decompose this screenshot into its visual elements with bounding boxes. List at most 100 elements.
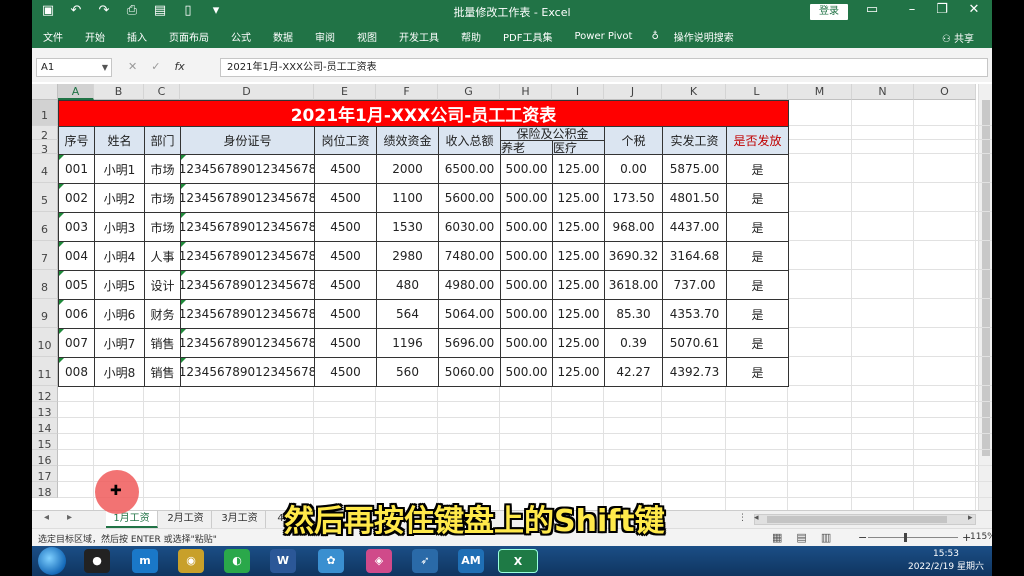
sheet-tab-2[interactable]: 2月工资 — [160, 511, 212, 528]
wechat-icon[interactable]: ◐ — [224, 549, 250, 573]
table-cell[interactable]: 小明1 — [94, 154, 145, 184]
minimize-icon[interactable]: – — [902, 2, 922, 17]
table-cell[interactable]: 123456789012345678 — [180, 212, 315, 242]
prev-sheet-icon[interactable]: ◂ — [44, 512, 49, 523]
table-cell[interactable]: 500.00 — [500, 241, 553, 271]
table-cell[interactable]: 5064.00 — [438, 299, 501, 329]
table-cell[interactable]: 3690.32 — [604, 241, 663, 271]
close-icon[interactable]: ✕ — [964, 2, 984, 17]
table-cell[interactable]: 是 — [726, 241, 789, 271]
column-header-k[interactable]: K — [662, 84, 726, 100]
table-title[interactable]: 2021年1月-XXX公司-员工工资表 — [58, 100, 789, 127]
tab-pdf-tools[interactable]: PDF工具集 — [492, 29, 563, 44]
table-cell[interactable]: 0.39 — [604, 328, 663, 358]
table-cell[interactable]: 125.00 — [552, 270, 605, 300]
bird-icon[interactable]: ➶ — [412, 549, 438, 573]
table-cell[interactable]: 125.00 — [552, 328, 605, 358]
color-icon[interactable]: ◈ — [366, 549, 392, 573]
table-cell[interactable]: 123456789012345678 — [180, 270, 315, 300]
cancel-icon[interactable]: ✕ — [128, 60, 137, 73]
chrome-icon[interactable]: ◉ — [178, 549, 204, 573]
header-medical[interactable]: 医疗 — [552, 140, 605, 155]
tab-review[interactable]: 审阅 — [304, 29, 346, 44]
table-cell[interactable]: 销售 — [144, 328, 181, 358]
zoom-out-icon[interactable]: − — [858, 531, 867, 544]
start-orb-icon[interactable] — [38, 547, 66, 575]
table-cell[interactable]: 001 — [58, 154, 95, 184]
table-cell[interactable]: 小明2 — [94, 183, 145, 213]
table-cell[interactable]: 2000 — [376, 154, 439, 184]
table-cell[interactable]: 4500 — [314, 183, 377, 213]
tab-data[interactable]: 数据 — [262, 29, 304, 44]
table-cell[interactable]: 4500 — [314, 241, 377, 271]
tab-page-layout[interactable]: 页面布局 — [158, 29, 220, 44]
table-cell[interactable]: 564 — [376, 299, 439, 329]
column-header-d[interactable]: D — [180, 84, 314, 100]
column-header-n[interactable]: N — [852, 84, 914, 100]
table-cell[interactable]: 125.00 — [552, 241, 605, 271]
row-header-2[interactable]: 2 — [32, 126, 58, 142]
tab-file[interactable]: 文件 — [32, 29, 74, 44]
table-cell[interactable]: 1196 — [376, 328, 439, 358]
header-base-pay[interactable]: 岗位工资 — [314, 126, 377, 155]
table-cell[interactable]: 4500 — [314, 357, 377, 387]
table-cell[interactable]: 财务 — [144, 299, 181, 329]
table-cell[interactable]: 7480.00 — [438, 241, 501, 271]
table-cell[interactable]: 人事 — [144, 241, 181, 271]
zoom-level[interactable]: 115% — [970, 532, 992, 542]
next-sheet-icon[interactable]: ▸ — [67, 512, 72, 523]
table-cell[interactable]: 2980 — [376, 241, 439, 271]
word-icon[interactable]: W — [270, 549, 296, 573]
row-header-6[interactable]: 6 — [32, 212, 58, 241]
table-cell[interactable]: 是 — [726, 154, 789, 184]
table-cell[interactable]: 4500 — [314, 299, 377, 329]
table-cell[interactable]: 500.00 — [500, 154, 553, 184]
table-cell[interactable]: 173.50 — [604, 183, 663, 213]
table-cell[interactable]: 4980.00 — [438, 270, 501, 300]
maxthon-icon[interactable]: m — [132, 549, 158, 573]
header-tax[interactable]: 个税 — [604, 126, 663, 155]
header-paid[interactable]: 是否发放 — [726, 126, 789, 155]
table-cell[interactable]: 560 — [376, 357, 439, 387]
formula-input[interactable]: 2021年1月-XXX公司-员工工资表 — [220, 58, 988, 77]
table-cell[interactable]: 5600.00 — [438, 183, 501, 213]
tab-help[interactable]: 帮助 — [450, 29, 492, 44]
table-cell[interactable]: 是 — [726, 328, 789, 358]
table-cell[interactable]: 0.00 — [604, 154, 663, 184]
column-header-h[interactable]: H — [500, 84, 552, 100]
table-cell[interactable]: 123456789012345678 — [180, 154, 315, 184]
excel-icon[interactable]: X — [498, 549, 538, 573]
table-cell[interactable]: 市场 — [144, 154, 181, 184]
tell-me-search[interactable]: 操作说明搜索 — [670, 29, 745, 44]
table-cell[interactable]: 4392.73 — [662, 357, 727, 387]
table-cell[interactable]: 125.00 — [552, 183, 605, 213]
table-cell[interactable]: 3618.00 — [604, 270, 663, 300]
table-cell[interactable]: 007 — [58, 328, 95, 358]
header-name[interactable]: 姓名 — [94, 126, 145, 155]
row-header-5[interactable]: 5 — [32, 183, 58, 212]
share-button[interactable]: ⚇ 共享 — [942, 30, 974, 45]
taskbar-clock[interactable]: 15:53 2022/2/19 星期六 — [908, 548, 984, 574]
enter-icon[interactable]: ✓ — [151, 60, 160, 73]
table-cell[interactable]: 销售 — [144, 357, 181, 387]
table-cell[interactable]: 004 — [58, 241, 95, 271]
page-layout-view-icon[interactable]: ▤ — [796, 531, 806, 544]
table-cell[interactable]: 是 — [726, 183, 789, 213]
table-cell[interactable]: 3164.68 — [662, 241, 727, 271]
table-cell[interactable]: 500.00 — [500, 357, 553, 387]
chevron-down-icon[interactable]: ▼ — [102, 59, 108, 76]
table-cell[interactable]: 小明4 — [94, 241, 145, 271]
table-cell[interactable]: 4801.50 — [662, 183, 727, 213]
insert-function-icon[interactable]: fx — [174, 60, 184, 73]
column-header-a[interactable]: A — [58, 84, 94, 100]
row-header-1[interactable]: 1 — [32, 100, 58, 126]
column-header-j[interactable]: J — [604, 84, 662, 100]
normal-view-icon[interactable]: ▦ — [772, 531, 782, 544]
am-icon[interactable]: AM — [458, 549, 484, 573]
row-header-17[interactable]: 17 — [32, 466, 58, 483]
scroll-right-icon[interactable]: ▸ — [968, 513, 973, 523]
column-header-o[interactable]: O — [914, 84, 976, 100]
table-cell[interactable]: 008 — [58, 357, 95, 387]
table-cell[interactable]: 123456789012345678 — [180, 357, 315, 387]
sheet-options-icon[interactable]: ⋮ — [738, 513, 747, 523]
